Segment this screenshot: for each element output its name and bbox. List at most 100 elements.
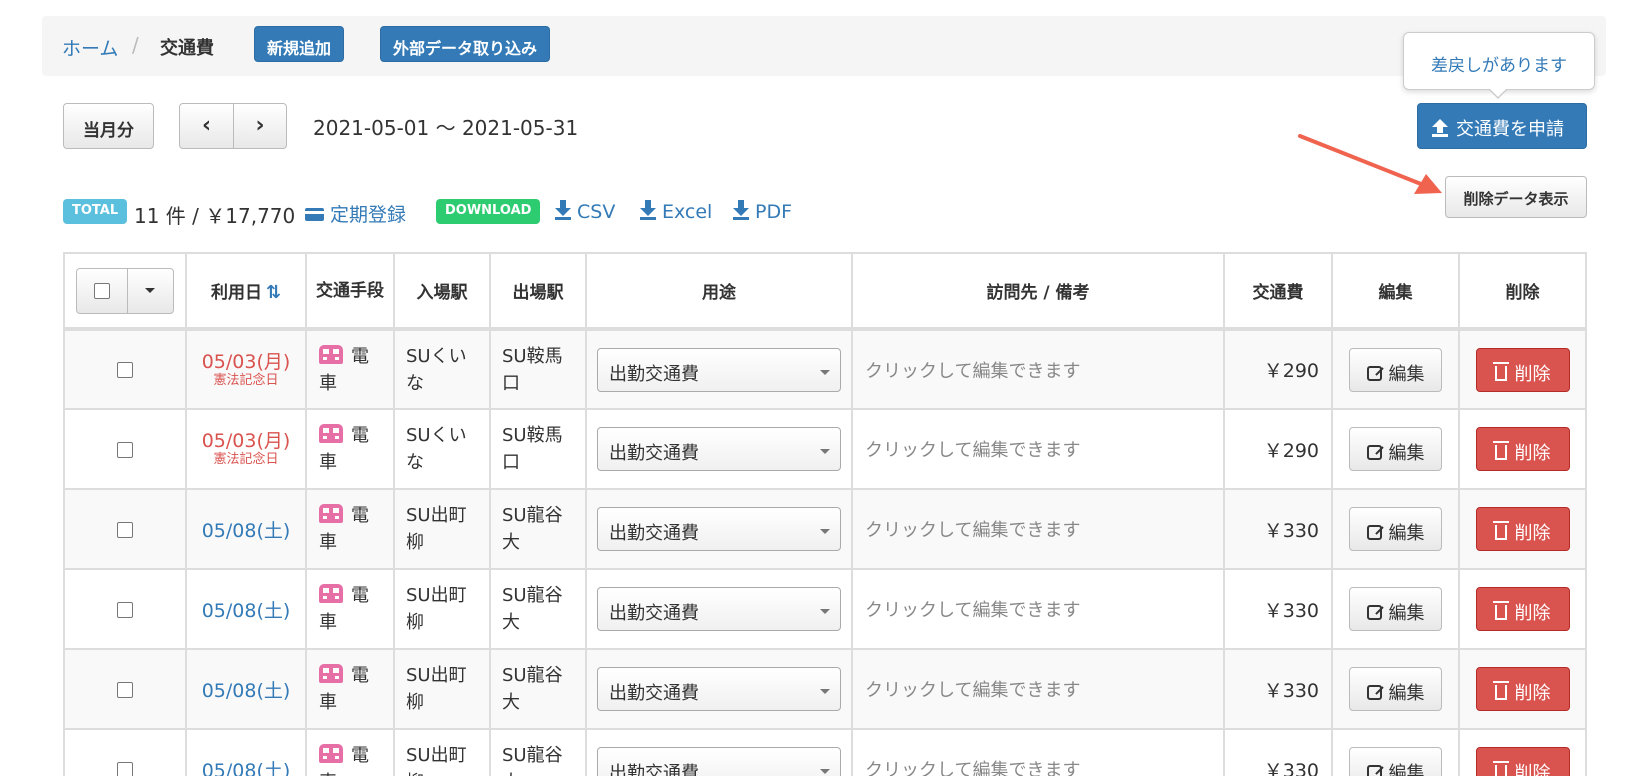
- delete-button[interactable]: 削除: [1475, 507, 1570, 551]
- purpose-value: 出勤交通費: [609, 363, 699, 385]
- purpose-select[interactable]: 出勤交通費: [597, 347, 841, 392]
- show-deleted-data-button[interactable]: 削除データ表示: [1445, 176, 1587, 218]
- trash-icon: [1492, 601, 1509, 620]
- edit-label: 編集: [1388, 763, 1425, 776]
- delete-button[interactable]: 削除: [1475, 587, 1570, 631]
- remark-editable[interactable]: クリックして編集できます: [851, 648, 1225, 730]
- expense-table: 利用日 ⇅ 交通手段 入場駅 出場駅 用途 訪問先 / 備考 交通費 編集 削除 …: [63, 252, 1587, 776]
- trash-icon: [1492, 441, 1509, 460]
- breadcrumb-current: 交通費: [160, 38, 214, 59]
- import-external-data-button[interactable]: 外部データ取り込み: [380, 26, 551, 62]
- annotation-arrow-icon: [1298, 134, 1442, 194]
- caret-down-icon[interactable]: [145, 288, 156, 293]
- holiday-name: 憲法記念日: [213, 452, 279, 467]
- edit-button[interactable]: 編集: [1349, 507, 1442, 551]
- train-icon: [319, 424, 343, 443]
- row-checkbox[interactable]: [117, 681, 133, 698]
- remark-editable[interactable]: クリックして編集できます: [851, 568, 1225, 650]
- breadcrumb-separator: /: [132, 33, 139, 57]
- row-checkbox[interactable]: [117, 601, 133, 618]
- select-all-header: [63, 252, 187, 331]
- row-select-cell: [63, 408, 187, 490]
- date-header[interactable]: 利用日 ⇅: [185, 252, 307, 331]
- entry-station: SU出町柳: [393, 568, 491, 650]
- delete-label: 削除: [1514, 443, 1551, 464]
- purpose-cell: 出勤交通費: [585, 648, 853, 730]
- download-csv-link[interactable]: CSV: [555, 200, 615, 223]
- show-deleted-label: 削除データ表示: [1463, 190, 1569, 208]
- purpose-select[interactable]: 出勤交通費: [597, 667, 841, 711]
- delete-cell: 削除: [1458, 408, 1587, 490]
- edit-cell: 編集: [1331, 648, 1460, 730]
- select-all-checkbox[interactable]: [93, 282, 110, 299]
- delete-button[interactable]: 削除: [1475, 427, 1570, 471]
- csv-label: CSV: [577, 201, 616, 223]
- sort-icon[interactable]: ⇅: [266, 282, 281, 303]
- download-excel-link[interactable]: Excel: [640, 200, 712, 223]
- train-icon: [319, 344, 343, 364]
- delete-button[interactable]: 削除: [1475, 747, 1570, 776]
- bulk-select-dropdown[interactable]: [76, 267, 174, 314]
- purpose-value: 出勤交通費: [609, 683, 699, 704]
- chevron-down-icon: [820, 609, 830, 614]
- tooltip-arrow-inner: [1489, 88, 1507, 97]
- row-checkbox[interactable]: [117, 441, 133, 458]
- row-checkbox[interactable]: [117, 362, 133, 378]
- row-checkbox[interactable]: [117, 521, 133, 538]
- table-row: 05/08(土) 電車 SU出町柳 SU龍谷大 出勤交通費 クリックして編集でき…: [63, 488, 1587, 570]
- pdf-label: PDF: [755, 201, 793, 223]
- transport-header-label: 交通手段: [316, 280, 384, 301]
- remark-editable[interactable]: クリックして編集できます: [851, 408, 1225, 490]
- usage-date: 05/08(土): [201, 679, 291, 702]
- delete-button[interactable]: 削除: [1475, 347, 1570, 392]
- edit-button[interactable]: 編集: [1349, 347, 1442, 392]
- table-row: 05/03(月) 憲法記念日 電車 SUくいな SU鞍馬口 出勤交通費 クリック…: [63, 328, 1587, 410]
- fare-amount: ￥290: [1223, 408, 1333, 490]
- row-select-cell: [63, 728, 187, 776]
- new-entry-button[interactable]: 新規追加: [254, 26, 345, 62]
- purpose-select[interactable]: 出勤交通費: [597, 427, 841, 471]
- edit-button[interactable]: 編集: [1349, 587, 1442, 631]
- current-month-label: 当月分: [83, 121, 134, 141]
- commuter-pass-link[interactable]: 定期登録: [305, 200, 406, 227]
- chevron-down-icon: [820, 689, 830, 694]
- purpose-select[interactable]: 出勤交通費: [597, 587, 841, 631]
- chevron-right-icon: ›: [255, 113, 265, 138]
- entry-station: SU出町柳: [393, 488, 491, 570]
- remark-editable[interactable]: クリックして編集できます: [851, 328, 1225, 410]
- delete-label: 削除: [1514, 763, 1551, 776]
- delete-button[interactable]: 削除: [1475, 667, 1570, 711]
- total-summary: 11 件 / ￥17,770: [134, 204, 296, 228]
- entry-station-header: 入場駅: [393, 252, 491, 331]
- date-header-label: 利用日: [210, 283, 262, 303]
- edit-button[interactable]: 編集: [1349, 747, 1442, 776]
- download-pdf-link[interactable]: PDF: [733, 200, 792, 223]
- edit-label: 編集: [1388, 363, 1425, 385]
- remark-editable[interactable]: クリックして編集できます: [851, 728, 1225, 776]
- entry-station: SU出町柳: [393, 648, 491, 730]
- current-month-button[interactable]: 当月分: [63, 103, 154, 149]
- breadcrumb-home-link[interactable]: ホーム: [62, 34, 118, 61]
- purpose-value: 出勤交通費: [609, 603, 699, 624]
- edit-cell: 編集: [1331, 408, 1460, 490]
- usage-date: 05/08(土): [201, 599, 291, 622]
- next-month-button[interactable]: ›: [233, 103, 287, 149]
- trash-icon: [1492, 681, 1509, 700]
- prev-month-button[interactable]: ‹: [179, 103, 234, 149]
- edit-cell: 編集: [1331, 488, 1460, 570]
- chevron-down-icon: [820, 529, 830, 534]
- edit-button[interactable]: 編集: [1349, 427, 1442, 471]
- exit-station: SU鞍馬口: [489, 408, 587, 490]
- purpose-select[interactable]: 出勤交通費: [597, 507, 841, 551]
- date-cell: 05/03(月) 憲法記念日: [185, 408, 307, 490]
- table-row: 05/08(土) 電車 SU出町柳 SU龍谷大 出勤交通費 クリックして編集でき…: [63, 568, 1587, 650]
- delete-cell: 削除: [1458, 488, 1587, 570]
- purpose-select[interactable]: 出勤交通費: [597, 747, 841, 776]
- chevron-down-icon: [820, 449, 830, 454]
- delete-label: 削除: [1514, 603, 1551, 624]
- returned-notice-tooltip: 差戻しがあります: [1403, 32, 1595, 90]
- remark-editable[interactable]: クリックして編集できます: [851, 488, 1225, 570]
- row-checkbox[interactable]: [117, 761, 133, 776]
- download-icon: [733, 200, 749, 220]
- edit-button[interactable]: 編集: [1349, 667, 1442, 711]
